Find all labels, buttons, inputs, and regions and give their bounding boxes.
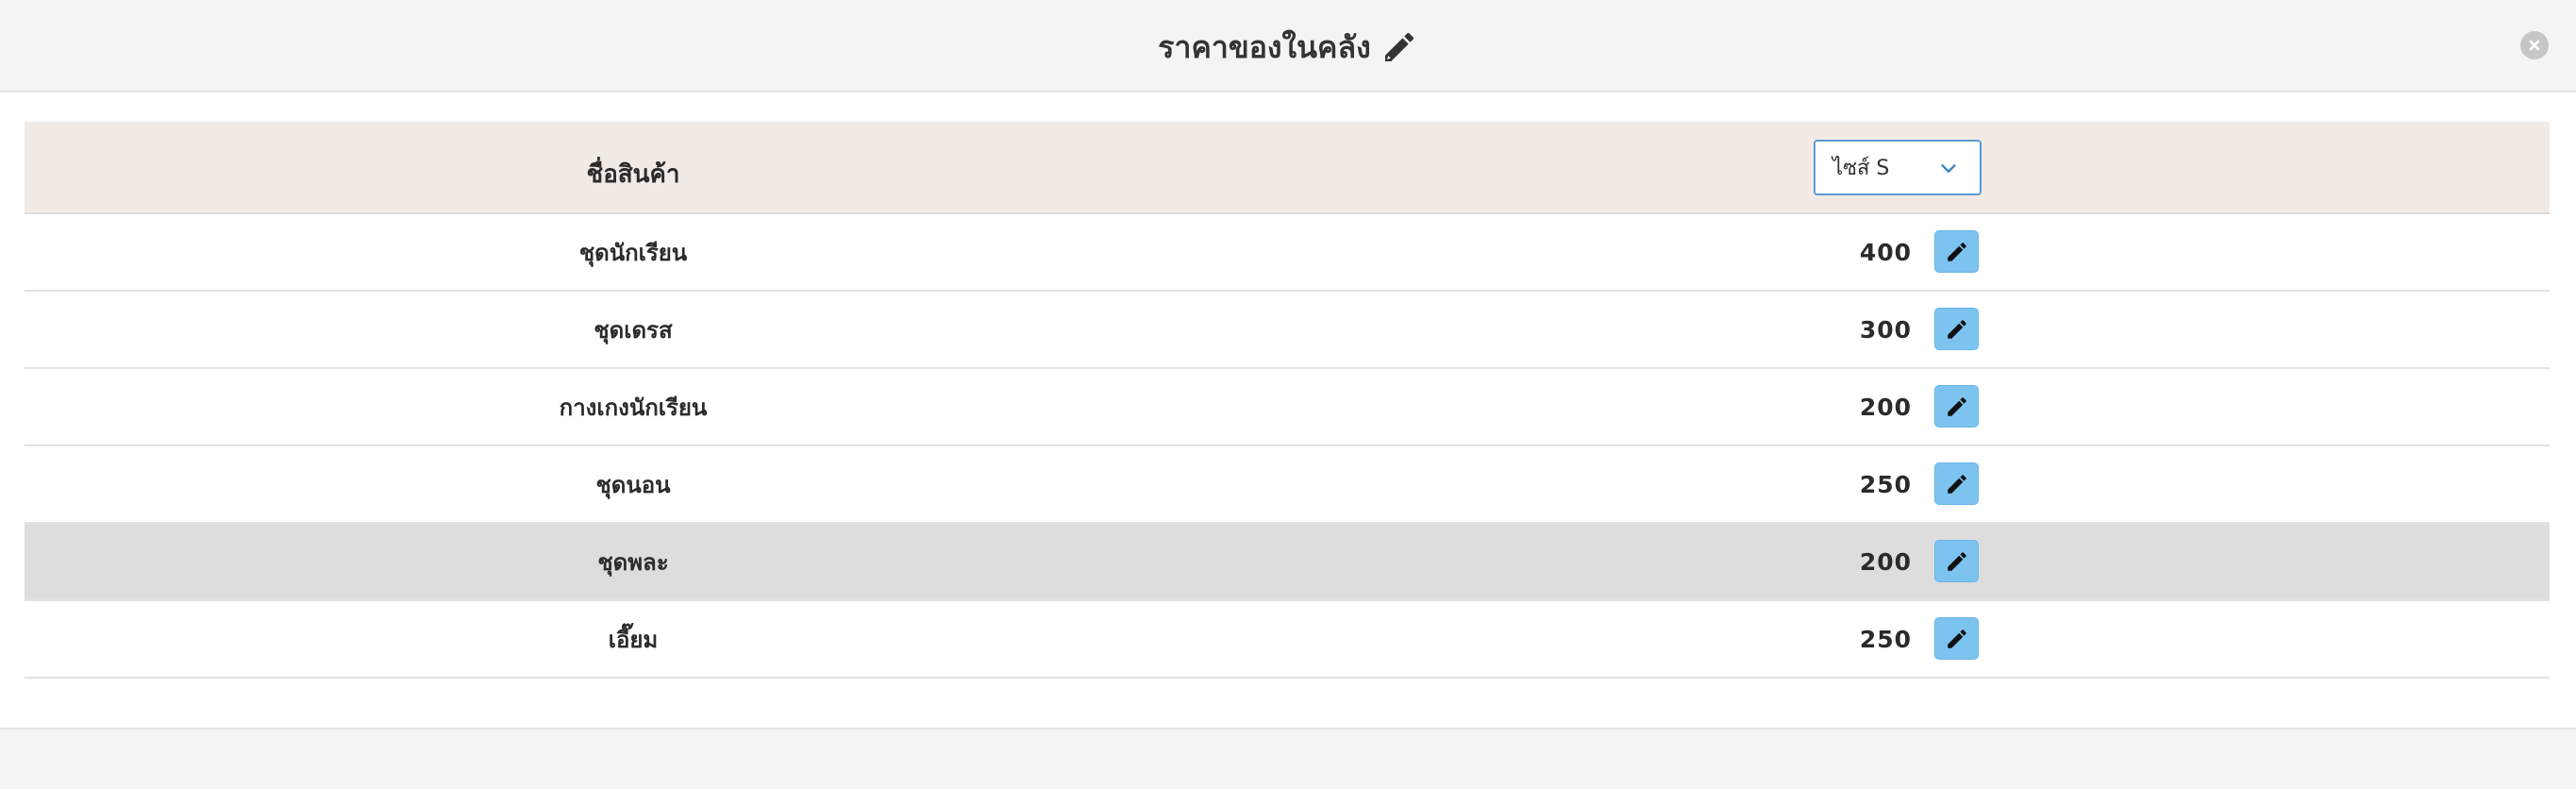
table-row: เอี๊ยม 250 (25, 601, 2550, 679)
product-name: กางเกงนักเรียน (559, 394, 708, 421)
product-price: 400 (1859, 238, 1912, 266)
pencil-icon (1947, 396, 1966, 416)
modal-title-text: ราคาของในคลัง (1158, 28, 1371, 65)
close-button[interactable] (2520, 31, 2549, 59)
table-row: ชุดนอน 250 (25, 446, 2550, 524)
table-row: ชุดเดรส 300 (25, 292, 2550, 369)
edit-price-button[interactable] (1934, 308, 1979, 350)
size-select[interactable]: ไซส์ S (1814, 140, 1982, 195)
chevron-down-icon (1941, 164, 1956, 173)
edit-price-button[interactable] (1934, 617, 1979, 660)
pencil-icon (1380, 28, 1418, 66)
pencil-icon (1947, 629, 1966, 648)
modal-title: ราคาของในคลัง (0, 21, 2576, 74)
pencil-icon (1947, 242, 1966, 261)
product-name: ชุดเดรส (594, 316, 673, 344)
product-price: 250 (1859, 625, 1912, 653)
table-row: ชุดพละ 200 (25, 524, 2550, 601)
table-row: กางเกงนักเรียน 200 (25, 369, 2550, 446)
table-row: ชุดนักเรียน 400 (25, 214, 2550, 292)
edit-price-button[interactable] (1934, 230, 1979, 273)
product-price: 200 (1859, 547, 1912, 576)
modal-footer (0, 728, 2576, 789)
pencil-icon (1947, 551, 1966, 571)
edit-price-button[interactable] (1934, 462, 1979, 505)
product-name: ชุดนักเรียน (578, 239, 688, 266)
product-name: ชุดพละ (597, 548, 669, 576)
pencil-icon (1947, 319, 1966, 339)
edit-price-button[interactable] (1934, 385, 1979, 428)
price-modal: ราคาของในคลัง ชื่อสินค้า ไซส์ S ชุดนักเร… (0, 0, 2576, 789)
table-header: ชื่อสินค้า ไซส์ S (25, 122, 2550, 214)
pencil-icon (1947, 474, 1966, 494)
edit-price-button[interactable] (1934, 540, 1979, 582)
modal-header: ราคาของในคลัง (0, 0, 2576, 92)
column-header-product-name: ชื่อสินค้า (586, 159, 680, 189)
price-table: ชื่อสินค้า ไซส์ S ชุดนักเรียน 400 ชุดเดร… (25, 122, 2550, 679)
product-price: 250 (1859, 470, 1912, 498)
product-name: ชุดนอน (595, 471, 671, 498)
product-price: 200 (1859, 393, 1912, 421)
product-name: เอี๊ยม (608, 626, 659, 653)
size-select-value: ไซส์ S (1832, 157, 1890, 180)
close-icon (2529, 40, 2540, 51)
product-price: 300 (1859, 315, 1912, 344)
